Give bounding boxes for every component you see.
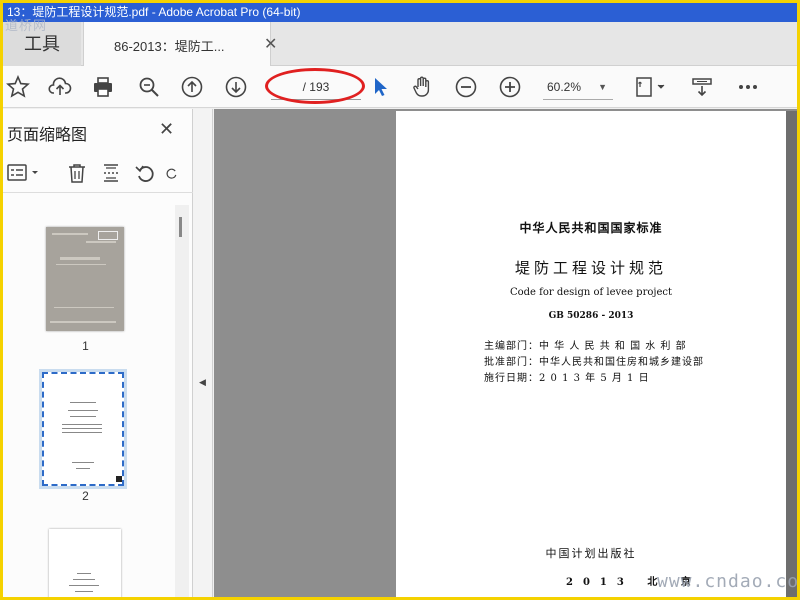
thumb-text-line <box>56 264 106 265</box>
watermark-logo: 道桥网 <box>5 19 48 34</box>
thumbnail-options-icon[interactable] <box>5 161 43 185</box>
resize-handle[interactable] <box>116 476 122 482</box>
next-page-icon[interactable] <box>223 74 249 100</box>
read-mode-icon[interactable] <box>689 74 715 100</box>
cloud-upload-icon[interactable] <box>47 74 73 100</box>
page-edge <box>786 111 797 597</box>
thumb-text-line <box>68 410 98 411</box>
page-thumbnail-2[interactable] <box>42 372 124 486</box>
thumbnail-number: 2 <box>82 489 89 503</box>
page-thumbnails-panel: 页面缩略图 ✕ <box>3 109 193 597</box>
thumb-text-line <box>70 402 96 403</box>
thumb-text-line <box>70 416 96 417</box>
tab-bar: 工具 86-2013：堤防工... ✕ <box>3 22 797 66</box>
page-number-field[interactable]: / 193 <box>271 74 361 100</box>
page-thumbnail-3[interactable] <box>49 529 121 597</box>
zoom-search-icon[interactable] <box>136 74 162 100</box>
panel-collapse-strip[interactable]: ◀ <box>193 109 213 597</box>
acrobat-window: 13：堤防工程设计规范.pdf - Adobe Acrobat Pro (64-… <box>0 0 800 600</box>
hand-tool-icon[interactable] <box>409 74 435 100</box>
thumbnail-scrollbar[interactable] <box>175 205 189 597</box>
thumb-text-line <box>77 573 91 574</box>
tab-document[interactable]: 86-2013：堤防工... ✕ <box>83 22 277 66</box>
page-thumbnail-1[interactable] <box>46 227 124 331</box>
approval-department: 批准部门：中华人民共和国住房和城乡建设部 <box>484 357 704 368</box>
gb-logo-mark <box>98 231 118 240</box>
close-icon[interactable]: ✕ <box>264 34 277 54</box>
extract-pages-icon[interactable] <box>99 161 123 185</box>
standard-code: GB 50286 - 2013 <box>548 311 634 321</box>
thumb-text-line <box>50 321 116 323</box>
bookmark-star-icon[interactable] <box>5 74 31 100</box>
thumb-text-line <box>69 585 99 586</box>
standard-type: 中华人民共和国国家标准 <box>519 221 663 235</box>
trash-icon[interactable] <box>65 161 89 185</box>
main-toolbar: / 193 60.2% ▼ <box>3 66 797 108</box>
scrollbar-thumb[interactable] <box>179 217 182 237</box>
effective-date: 施行日期：2 0 1 3 年 5 月 1 日 <box>484 373 650 384</box>
tab-tools-label: 工具 <box>24 34 60 54</box>
rotate-right-icon[interactable] <box>165 161 179 185</box>
document-viewport[interactable]: 中华人民共和国国家标准 堤防工程设计规范 Code for design of … <box>214 109 797 597</box>
thumb-text-line <box>72 462 94 463</box>
tab-document-label: 86-2013：堤防工... <box>114 39 225 54</box>
thumbnail-number: 1 <box>82 339 89 353</box>
document-title-cn: 堤防工程设计规范 <box>514 259 667 277</box>
thumb-text-line <box>75 591 93 592</box>
document-title-en: Code for design of levee project <box>509 287 673 298</box>
thumbnail-toolbar <box>3 153 193 193</box>
zoom-level-dropdown[interactable]: 60.2% ▼ <box>543 74 613 100</box>
collapse-left-icon[interactable]: ◀ <box>199 377 206 388</box>
select-cursor-icon[interactable] <box>367 74 393 100</box>
watermark-url: www.cndao.com <box>657 571 800 592</box>
more-options-icon[interactable] <box>735 74 761 100</box>
thumb-text-line <box>86 241 116 243</box>
panel-title: 页面缩略图 <box>7 127 88 144</box>
thumb-text-line <box>62 428 102 429</box>
chevron-down-icon: ▼ <box>598 82 607 92</box>
zoom-in-icon[interactable] <box>497 74 523 100</box>
thumb-text-line <box>54 307 114 308</box>
close-icon[interactable]: ✕ <box>159 119 174 140</box>
rotate-left-icon[interactable] <box>133 161 157 185</box>
zoom-value: 60.2% <box>547 80 582 94</box>
thumb-text-line <box>62 424 102 425</box>
chief-department: 主编部门：中 华 人 民 共 和 国 水 利 部 <box>484 341 687 352</box>
window-titlebar: 13：堤防工程设计规范.pdf - Adobe Acrobat Pro (64-… <box>3 3 797 22</box>
publisher: 中国计划出版社 <box>545 547 637 560</box>
thumb-text-line <box>60 257 100 260</box>
thumb-text-line <box>52 233 88 235</box>
previous-page-icon[interactable] <box>179 74 205 100</box>
print-icon[interactable] <box>90 74 116 100</box>
page-count: / 193 <box>302 80 330 94</box>
pdf-page: 中华人民共和国国家标准 堤防工程设计规范 Code for design of … <box>396 111 786 597</box>
window-title: 13：堤防工程设计规范.pdf - Adobe Acrobat Pro (64-… <box>7 5 301 19</box>
zoom-out-icon[interactable] <box>453 74 479 100</box>
fit-page-icon[interactable] <box>633 74 669 100</box>
thumb-text-line <box>73 579 95 580</box>
thumb-text-line <box>76 468 90 469</box>
thumb-text-line <box>62 432 102 433</box>
